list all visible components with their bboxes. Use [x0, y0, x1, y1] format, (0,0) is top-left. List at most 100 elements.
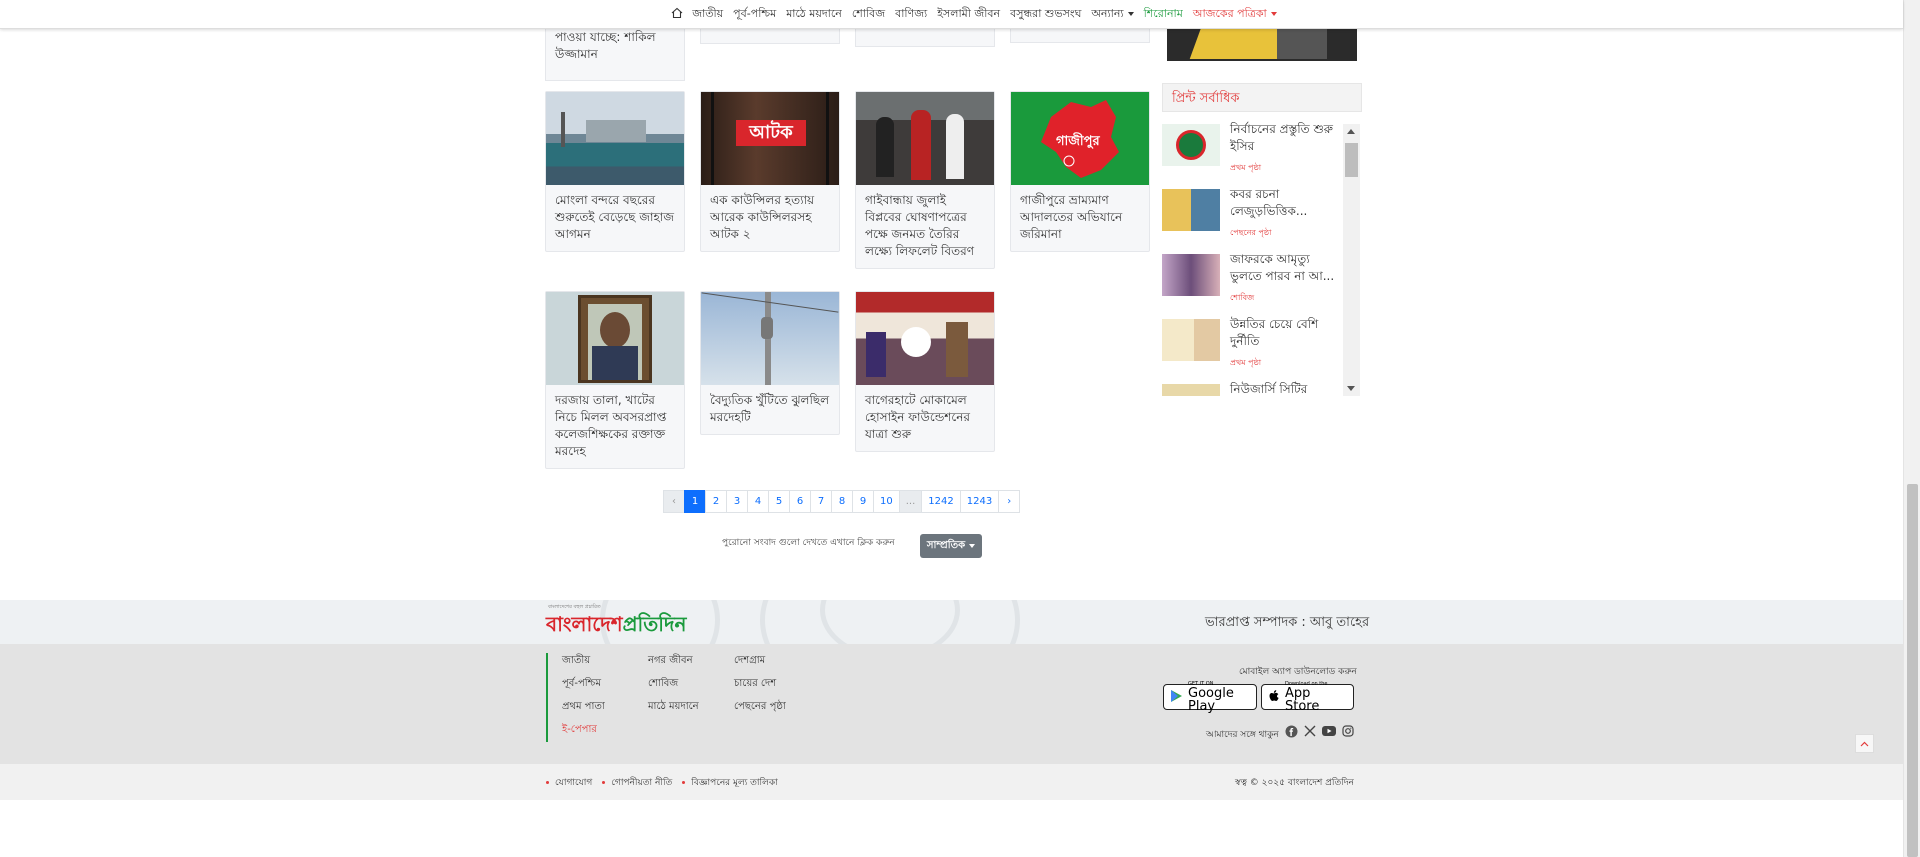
nav-item-others[interactable]: অন্যান্য [1086, 5, 1138, 24]
page-scrollbar-thumb[interactable] [1907, 484, 1918, 857]
footer-link[interactable]: পেছনের পৃষ্ঠা [734, 699, 786, 722]
news-thumbnail [856, 92, 994, 185]
logo-text-red: বাংলাদেশ [546, 612, 623, 636]
instagram-icon[interactable] [1341, 724, 1355, 738]
footer-link[interactable]: চায়ের দেশ [734, 676, 786, 699]
footer-link-epaper[interactable]: ই-পেপার [562, 722, 605, 745]
pagination: ‹ 1 2 3 4 5 6 7 8 9 10 ... 1242 1243 › [663, 490, 1021, 513]
news-card[interactable]: দরজায় তালা, খাটের নিচে মিলল অবসরপ্রাপ্ত… [545, 291, 685, 469]
footer-logo[interactable]: বাংলাদেশের বহুল প্রচারিত বাংলাদেশপ্রতিদি… [546, 604, 687, 643]
sidebar-item-category: প্রথম পৃষ্ঠা [1230, 163, 1262, 172]
sidebar-thumbnail [1162, 254, 1220, 296]
page-button[interactable]: 1 [684, 490, 706, 513]
page-prev-button[interactable]: ‹ [663, 490, 685, 513]
sidebar-item-title: জাফরকে আমৃত্যু ভুলতে পারব না আ... [1230, 252, 1335, 283]
nav-item-shuvosangho[interactable]: বসুন্ধরা শুভসংঘ [1005, 5, 1086, 24]
footer-link[interactable]: প্রথম পাতা [562, 699, 605, 722]
nav-item-business[interactable]: বাণিজ্য [890, 5, 932, 24]
news-card[interactable]: আটক এক কাউন্সিলর হত্যায় আরেক কাউন্সিলরস… [700, 91, 840, 252]
sidebar-item[interactable]: উন্নতির চেয়ে বেশি দুর্নীতি প্রথম পৃষ্ঠা [1162, 316, 1360, 381]
nav-item-todays-paper[interactable]: আজকের পত্রিকা [1188, 5, 1282, 24]
x-icon[interactable] [1303, 724, 1317, 738]
sidebar-item[interactable]: কবর রচনা লেজুড়ভিত্তিক... পেছনের পৃষ্ঠা [1162, 186, 1360, 251]
footer-link[interactable]: শোবিজ [648, 676, 699, 699]
footer-link[interactable]: দেশগ্রাম [734, 653, 786, 676]
page-button[interactable]: 6 [789, 490, 811, 513]
news-card[interactable]: বাগেরহাটে মোকামেল হোসাইন ফাউন্ডেশনের যাত… [855, 291, 995, 452]
chevron-down-icon [1127, 11, 1134, 16]
news-card-fragment[interactable] [855, 29, 995, 47]
footer-link[interactable]: নগর জীবন [648, 653, 699, 676]
scrollbar-thumb[interactable] [1345, 143, 1358, 177]
nav-item-showbiz[interactable]: শোবিজ [847, 5, 890, 24]
page-scrollbar[interactable] [1903, 0, 1920, 857]
news-card-fragment[interactable]: পাওয়া যাচ্ছে: শাকিল উজ্জামান [545, 29, 685, 81]
scroll-to-top-button[interactable] [1855, 734, 1874, 753]
page-button[interactable]: 10 [873, 490, 900, 513]
sidebar-scrollbar[interactable] [1343, 124, 1360, 396]
sidebar-item-category: পেছনের পৃষ্ঠা [1230, 228, 1272, 237]
news-card[interactable]: বৈদ্যুতিক খুঁটিতে ঝুলছিল মরদেহটি [700, 291, 840, 435]
sidebar-item[interactable]: নির্বাচনের প্রস্তুতি শুরু ইসির প্রথম পৃষ্… [1162, 121, 1360, 186]
sidebar-list[interactable]: নির্বাচনের প্রস্তুতি শুরু ইসির প্রথম পৃষ্… [1162, 121, 1360, 396]
page-button[interactable]: 1243 [959, 490, 1000, 513]
footer-col-1: জাতীয় পূর্ব-পশ্চিম প্রথম পাতা ই-পেপার [562, 653, 605, 745]
contact-link[interactable]: যোগাযোগ [546, 775, 592, 790]
news-card-title: বাগেরহাটে মোকামেল হোসাইন ফাউন্ডেশনের যাত… [865, 393, 970, 441]
scroll-down-icon[interactable] [1347, 386, 1355, 391]
footer-link[interactable]: জাতীয় [562, 653, 605, 676]
scroll-up-icon[interactable] [1347, 129, 1355, 134]
news-card-fragment[interactable] [700, 29, 840, 44]
footer-col-3: দেশগ্রাম চায়ের দেশ পেছনের পৃষ্ঠা [734, 653, 786, 722]
nav-item-islamic-life[interactable]: ইসলামী জীবন [932, 5, 1005, 24]
news-thumbnail: গাজীপুর [1011, 92, 1149, 185]
page-button[interactable]: 1242 [921, 490, 961, 513]
app-store-big: App Store [1285, 686, 1320, 714]
sidebar-item-category: প্রথম পৃষ্ঠা [1230, 358, 1262, 367]
news-card-title: গাজীপুরে ভ্রাম্যমাণ আদালতের অভিযানে জরিম… [1020, 193, 1123, 241]
archive-hint-text: পুরোনো সংবাদ গুলো দেখতে এখানে ক্লিক করুন [722, 538, 895, 548]
news-card-title: গাইবান্ধায় জুলাই বিপ্লবের ঘোষণাপত্রের প… [865, 193, 975, 258]
news-card[interactable]: গাজীপুর গাজীপুরে ভ্রাম্যমাণ আদালতের অভিয… [1010, 91, 1150, 252]
nav-item-national[interactable]: জাতীয় [687, 5, 728, 24]
recent-button-label: সাম্প্রতিক [926, 539, 966, 551]
news-card-title: পাওয়া যাচ্ছে: শাকিল উজ্জামান [555, 30, 656, 61]
nav-item-headlines[interactable]: শিরোনাম [1139, 5, 1188, 24]
footer-bottom [0, 764, 1903, 800]
news-card[interactable]: গাইবান্ধায় জুলাই বিপ্লবের ঘোষণাপত্রের প… [855, 91, 995, 269]
thumbnail-overlay-text: গাজীপুর [1056, 134, 1100, 149]
footer-link[interactable]: মাঠে ময়দানে [648, 699, 699, 722]
editor-credit: ভারপ্রাপ্ত সম্পাদক : আবু তাহের [1205, 615, 1370, 630]
page-button[interactable]: 4 [747, 490, 769, 513]
recent-dropdown-button[interactable]: সাম্প্রতিক [920, 534, 982, 558]
app-store-button[interactable]: Download on the App Store [1261, 681, 1354, 714]
page-button[interactable]: 2 [705, 490, 727, 513]
nav-item-sports[interactable]: মাঠে ময়দানে [781, 5, 847, 24]
footer-col-2: নগর জীবন শোবিজ মাঠে ময়দানে [648, 653, 699, 722]
youtube-icon[interactable] [1322, 724, 1336, 738]
sidebar-item[interactable]: নিউজার্সি সিটির [1162, 381, 1360, 396]
logo-text-green: প্রতিদিন [622, 612, 687, 636]
news-thumbnail: আটক [701, 92, 839, 185]
google-play-button[interactable]: GET IT ON Google Play [1163, 681, 1257, 713]
ad-banner-image[interactable] [1167, 29, 1357, 61]
home-icon[interactable] [666, 7, 687, 22]
page-button[interactable]: 9 [852, 490, 874, 513]
sidebar-item[interactable]: জাফরকে আমৃত্যু ভুলতে পারব না আ... শোবিজ [1162, 251, 1360, 316]
facebook-icon[interactable] [1284, 724, 1298, 738]
page-button[interactable]: 7 [810, 490, 832, 513]
footer-link[interactable]: পূর্ব-পশ্চিম [562, 676, 605, 699]
news-card-fragment[interactable] [1010, 29, 1150, 43]
page-next-button[interactable]: › [998, 490, 1021, 513]
sidebar-heading: প্রিন্ট সর্বাধিক [1162, 83, 1362, 112]
ad-rates-link[interactable]: বিজ্ঞাপনের মূল্য তালিকা [682, 775, 777, 790]
nav-item-east-west[interactable]: পূর্ব-পশ্চিম [728, 5, 781, 24]
google-play-icon [1170, 688, 1183, 707]
page-button[interactable]: 8 [831, 490, 853, 513]
news-card[interactable]: মোংলা বন্দরে বছরের শুরুতেই বেড়েছে জাহাজ… [545, 91, 685, 252]
page-button[interactable]: 3 [726, 490, 748, 513]
footer-brand-strip [0, 600, 1903, 644]
page-button[interactable]: 5 [768, 490, 790, 513]
nav-todays-paper-label: আজকের পত্রিকা [1192, 6, 1267, 20]
privacy-link[interactable]: গোপনীয়তা নীতি [602, 775, 672, 790]
